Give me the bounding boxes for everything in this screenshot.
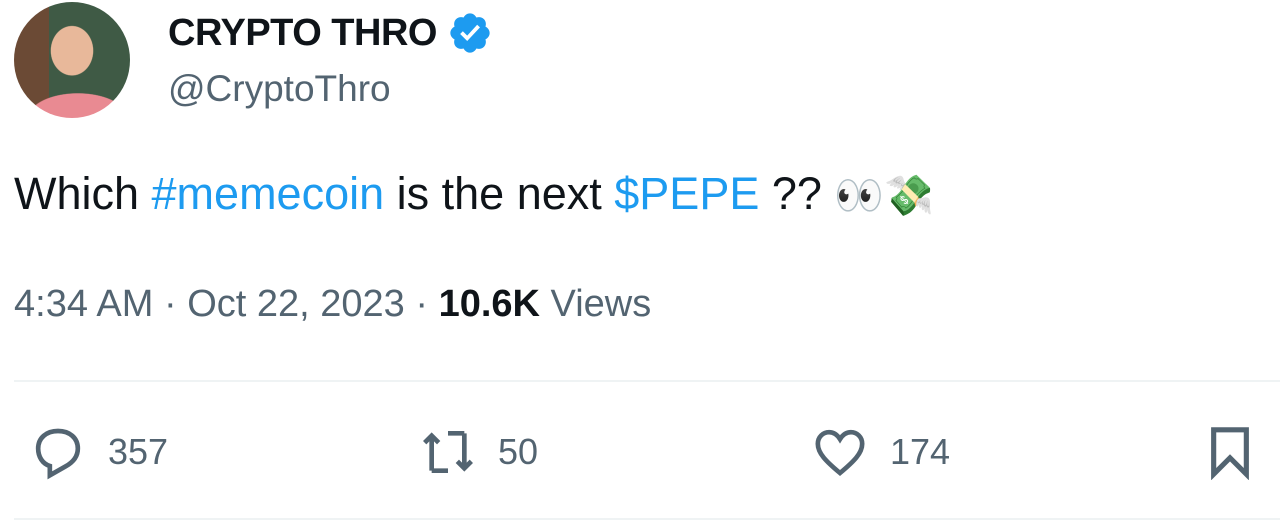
tweet-date[interactable]: Oct 22, 2023 [187,283,405,325]
views-label: Views [539,283,652,325]
reply-button[interactable]: 357 [30,424,168,480]
hashtag-link[interactable]: #memecoin [152,168,385,219]
verified-badge-icon [450,13,490,53]
separator: · [404,283,439,325]
avatar[interactable] [14,2,130,118]
author-name-row[interactable]: CRYPTO THRO [168,10,493,56]
tweet-time[interactable]: 4:34 AM [14,283,153,325]
reply-count: 357 [108,431,169,472]
tweet-text: Which #memecoin is the next $PEPE ?? 👀💸 [14,168,934,220]
divider [14,518,1280,520]
views-count: 10.6K [438,283,540,325]
reply-icon [35,428,81,480]
tweet-text-part: ?? [759,168,835,219]
tweet-meta: 4:34 AM · Oct 22, 2023 · 10.6K Views [14,283,651,326]
like-count: 174 [890,431,951,472]
cashtag-link[interactable]: $PEPE [614,168,759,219]
eyes-money-emoji: 👀💸 [834,174,935,218]
bookmark-icon [1211,427,1249,480]
repost-icon [423,431,473,473]
author-name[interactable]: CRYPTO THRO [168,12,437,55]
tweet-text-part: is the next [384,168,615,219]
like-button[interactable]: 174 [812,424,950,480]
tweet-text-part: Which [14,168,152,219]
bookmark-button[interactable] [1202,424,1258,480]
author-handle[interactable]: @CryptoThro [168,68,391,110]
separator: · [153,283,188,325]
heart-icon [815,429,865,477]
repost-button[interactable]: 50 [420,424,538,480]
repost-count: 50 [498,431,539,472]
divider [14,380,1280,382]
